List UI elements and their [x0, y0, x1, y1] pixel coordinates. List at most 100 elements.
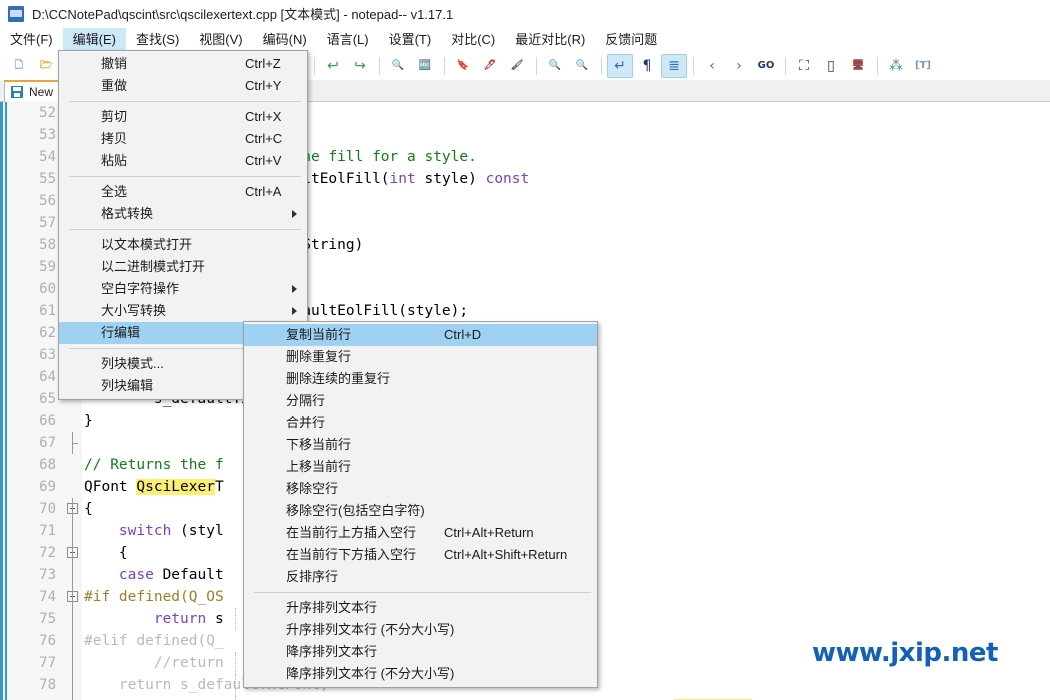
- open-file-icon[interactable]: 🗁: [33, 54, 59, 78]
- menu-item-0[interactable]: 复制当前行 Ctrl+D: [244, 324, 597, 346]
- menu-separator: [69, 229, 301, 230]
- find-icon[interactable]: 🔍: [385, 54, 411, 78]
- fold-marker-row[interactable]: [64, 432, 82, 454]
- menu-item-10[interactable]: 以文本模式打开: [59, 234, 307, 256]
- redo-icon[interactable]: ↪: [347, 54, 373, 78]
- submenu-arrow-icon: [292, 307, 297, 315]
- menu-item-3[interactable]: 分隔行: [244, 390, 597, 412]
- menubar-item-0[interactable]: 文件(F): [0, 28, 63, 52]
- menubar-item-5[interactable]: 语言(L): [317, 28, 379, 52]
- fold-marker-row[interactable]: [64, 630, 82, 652]
- menu-item-7[interactable]: 全选 Ctrl+A: [59, 181, 307, 203]
- menubar-item-4[interactable]: 编码(N): [253, 28, 317, 52]
- monitor-icon[interactable]: 🖥: [845, 54, 871, 78]
- menu-item-2[interactable]: 删除连续的重复行: [244, 368, 597, 390]
- menu-item-8[interactable]: 移除空行(包括空白字符): [244, 500, 597, 522]
- zoom-in-icon[interactable]: 🔍: [542, 54, 568, 78]
- hierarchy-icon[interactable]: ⁂: [883, 54, 909, 78]
- line-number: 78: [39, 677, 56, 693]
- menu-item-15[interactable]: 降序排列文本行: [244, 641, 597, 663]
- mark-icon[interactable]: 🖊: [477, 54, 503, 78]
- menu-item-label: 降序排列文本行: [286, 644, 378, 659]
- menu-bar: 文件(F) 编辑(E) 查找(S) 视图(V) 编码(N) 语言(L) 设置(T) 对比(C)…: [0, 28, 1050, 52]
- menu-item-label: 拷贝: [101, 131, 128, 146]
- fold-marker-row[interactable]: [64, 652, 82, 674]
- goto-line-icon[interactable]: GO: [753, 54, 779, 78]
- menu-item-12[interactable]: 空白字符操作: [59, 278, 307, 300]
- nav-back-icon[interactable]: ‹: [699, 54, 725, 78]
- menubar-item-2[interactable]: 查找(S): [126, 28, 189, 52]
- clear-mark-icon[interactable]: 🖌: [504, 54, 530, 78]
- line-number: 66: [39, 413, 56, 429]
- fold-marker-row[interactable]: [64, 498, 82, 520]
- fold-marker-row[interactable]: [64, 564, 82, 586]
- menu-item-3[interactable]: 剪切 Ctrl+X: [59, 106, 307, 128]
- menubar-item-7[interactable]: 对比(C): [441, 28, 505, 52]
- bookmark-icon[interactable]: 🔖: [450, 54, 476, 78]
- menu-item-5[interactable]: 粘贴 Ctrl+V: [59, 150, 307, 172]
- undo-icon[interactable]: ↩: [320, 54, 346, 78]
- replace-icon[interactable]: 🔤: [412, 54, 438, 78]
- menu-item-6[interactable]: 上移当前行: [244, 456, 597, 478]
- code-fragment-tail: soft YaHei", QsciLexer::s_defaultFontSiz…: [560, 696, 927, 700]
- menu-item-10[interactable]: 在当前行下方插入空行 Ctrl+Alt+Shift+Return: [244, 544, 597, 566]
- menu-item-13[interactable]: 大小写转换: [59, 300, 307, 322]
- menu-item-shortcut: Ctrl+V: [245, 153, 282, 168]
- fold-marker-row[interactable]: [64, 476, 82, 498]
- menu-item-16[interactable]: 降序排列文本行 (不分大小写): [244, 663, 597, 685]
- menubar-item-1[interactable]: 编辑(E): [62, 28, 126, 52]
- menubar-item-8[interactable]: 最近对比(R): [505, 28, 595, 52]
- fold-marker-row[interactable]: [64, 608, 82, 630]
- menu-item-label: 列块模式...: [101, 356, 164, 371]
- menubar-item-6[interactable]: 设置(T): [379, 28, 442, 52]
- fold-marker-row[interactable]: [64, 410, 82, 432]
- line-number: 62: [39, 325, 56, 341]
- menu-item-shortcut: Ctrl+D: [444, 327, 482, 342]
- line-number: 70: [39, 501, 56, 517]
- new-file-icon[interactable]: 🗋: [6, 54, 32, 78]
- menu-item-8[interactable]: 格式转换: [59, 203, 307, 225]
- menu-item-label: 剪切: [101, 109, 128, 124]
- menu-item-13[interactable]: 升序排列文本行: [244, 597, 597, 619]
- fold-marker-row[interactable]: [64, 520, 82, 542]
- fold-marker-row[interactable]: [64, 674, 82, 696]
- menu-item-label: 上移当前行: [286, 459, 352, 474]
- line-number: 68: [39, 457, 56, 473]
- menu-item-4[interactable]: 拷贝 Ctrl+C: [59, 128, 307, 150]
- menu-item-4[interactable]: 合并行: [244, 412, 597, 434]
- menu-item-9[interactable]: 在当前行上方插入空行 Ctrl+Alt+Return: [244, 522, 597, 544]
- split-view-icon[interactable]: ⛶: [791, 54, 817, 78]
- title-bar: D:\CCNotePad\qscint\src\qscilexertext.cp…: [0, 0, 1050, 28]
- show-paragraph-icon[interactable]: ¶: [634, 54, 660, 78]
- line-number: 57: [39, 215, 56, 231]
- menubar-item-9[interactable]: 反馈问题: [595, 28, 667, 52]
- show-indent-guide-icon[interactable]: ≣: [661, 54, 687, 78]
- menu-item-0[interactable]: 撤销 Ctrl+Z: [59, 53, 307, 75]
- menu-item-1[interactable]: 删除重复行: [244, 346, 597, 368]
- menu-item-7[interactable]: 移除空行: [244, 478, 597, 500]
- nav-forward-icon[interactable]: ›: [726, 54, 752, 78]
- fold-marker-row[interactable]: [64, 454, 82, 476]
- zoom-out-icon[interactable]: 🔍: [569, 54, 595, 78]
- line-edit-submenu[interactable]: 复制当前行 Ctrl+D 删除重复行删除连续的重复行分隔行 合并行 下移当前行上移当前行…: [243, 321, 598, 688]
- menu-item-label: 以二进制模式打开: [101, 259, 206, 274]
- line-number: 64: [39, 369, 56, 385]
- menu-item-5[interactable]: 下移当前行: [244, 434, 597, 456]
- menubar-item-3[interactable]: 视图(V): [189, 28, 252, 52]
- fold-marker-row[interactable]: [64, 586, 82, 608]
- text-mode-icon[interactable]: [T]: [910, 54, 936, 78]
- mark-icon-glyph: 🖊: [483, 60, 497, 71]
- menu-item-1[interactable]: 重做 Ctrl+Y: [59, 75, 307, 97]
- word-wrap-icon[interactable]: ↵: [607, 54, 633, 78]
- new-file-icon-glyph: 🗋: [14, 60, 24, 71]
- menu-item-14[interactable]: 升序排列文本行 (不分大小写): [244, 619, 597, 641]
- column-view-icon[interactable]: ▯: [818, 54, 844, 78]
- fold-marker-row[interactable]: [64, 542, 82, 564]
- line-number: 74: [39, 589, 56, 605]
- submenu-arrow-icon: [292, 285, 297, 293]
- menu-item-label: 删除连续的重复行: [286, 371, 391, 386]
- menu-item-11[interactable]: 以二进制模式打开: [59, 256, 307, 278]
- menu-item-11[interactable]: 反排序行: [244, 566, 597, 588]
- line-number: 76: [39, 633, 56, 649]
- undo-icon-glyph: ↩: [327, 58, 339, 74]
